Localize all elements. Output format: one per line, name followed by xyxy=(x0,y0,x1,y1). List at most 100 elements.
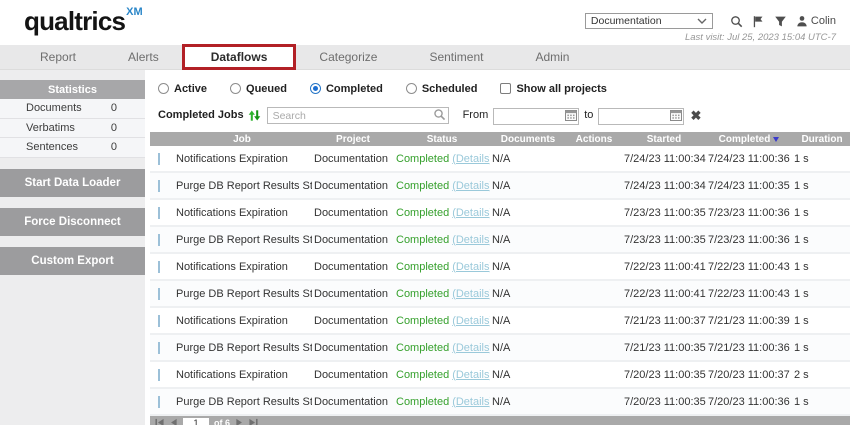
next-page-icon[interactable] xyxy=(235,418,244,425)
statistic-value: 0 xyxy=(111,141,117,153)
started-timestamp: 7/20/23 11:00:35 PM xyxy=(622,369,706,381)
tab-admin[interactable]: Admin xyxy=(509,45,595,69)
row-checkbox[interactable] xyxy=(158,288,160,300)
radio-completed[interactable]: Completed xyxy=(310,83,383,95)
column-header-status[interactable]: Status xyxy=(394,134,490,145)
column-header-documents[interactable]: Documents xyxy=(490,134,566,145)
custom-export-button[interactable]: Custom Export xyxy=(0,247,145,275)
documents-value: N/A xyxy=(490,180,566,192)
job-name: Purge DB Report Results Store xyxy=(172,234,312,246)
column-header-started[interactable]: Started xyxy=(622,134,706,145)
search-submit-icon[interactable] xyxy=(433,108,446,126)
details-link[interactable]: (Details) xyxy=(452,369,490,381)
calendar-icon[interactable] xyxy=(565,108,577,126)
job-name: Notifications Expiration xyxy=(172,153,312,165)
search-icon[interactable] xyxy=(730,15,743,28)
status-text: Completed xyxy=(396,288,449,300)
radio-icon xyxy=(310,83,321,94)
first-page-icon[interactable] xyxy=(155,418,164,425)
prev-page-icon[interactable] xyxy=(169,418,178,425)
documents-value: N/A xyxy=(490,207,566,219)
refresh-icon[interactable] xyxy=(248,109,261,122)
column-header-project[interactable]: Project xyxy=(312,134,394,145)
column-header-job[interactable]: Job xyxy=(172,134,312,145)
flag-icon[interactable] xyxy=(752,15,765,28)
documents-value: N/A xyxy=(490,261,566,273)
documents-value: N/A xyxy=(490,153,566,165)
completed-timestamp: 7/20/23 11:00:37 PM xyxy=(706,369,792,381)
details-link[interactable]: (Details) xyxy=(452,288,490,300)
search-input[interactable] xyxy=(267,107,449,124)
details-link[interactable]: (Details) xyxy=(452,315,490,327)
started-timestamp: 7/23/23 11:00:35 PM xyxy=(622,234,706,246)
project-selector[interactable]: Documentation xyxy=(585,13,713,29)
started-timestamp: 7/20/23 11:00:35 PM xyxy=(622,396,706,408)
row-checkbox[interactable] xyxy=(158,207,160,219)
details-link[interactable]: (Details) xyxy=(452,207,490,219)
status-cell: Completed(Details) xyxy=(394,207,490,219)
details-link[interactable]: (Details) xyxy=(452,261,490,273)
user-menu[interactable]: Colin xyxy=(796,15,836,27)
table-header-row: Job Project Status Documents Act xyxy=(150,132,850,146)
column-header-actions[interactable]: Actions xyxy=(566,134,622,145)
status-text: Completed xyxy=(396,396,449,408)
app-window: qualtrics XM Documentation xyxy=(0,0,850,425)
completed-timestamp: 7/21/23 11:00:36 PM xyxy=(706,342,792,354)
radio-active[interactable]: Active xyxy=(158,83,207,95)
tab-sentiment[interactable]: Sentiment xyxy=(403,45,509,69)
force-disconnect-button[interactable]: Force Disconnect xyxy=(0,208,145,236)
status-cell: Completed(Details) xyxy=(394,153,490,165)
jobs-toolbar: Completed Jobs From to xyxy=(158,106,850,124)
filter-icon[interactable] xyxy=(774,15,787,28)
tab-dataflows[interactable]: Dataflows xyxy=(185,45,294,69)
details-link[interactable]: (Details) xyxy=(452,153,490,165)
row-checkbox[interactable] xyxy=(158,261,160,273)
page-number-input[interactable] xyxy=(183,418,209,425)
duration-value: 1 s xyxy=(792,153,850,165)
radio-queued[interactable]: Queued xyxy=(230,83,287,95)
row-checkbox[interactable] xyxy=(158,153,160,165)
details-link[interactable]: (Details) xyxy=(452,180,490,192)
top-header: qualtrics XM Documentation xyxy=(0,0,850,45)
project-name: Documentation xyxy=(312,342,394,354)
status-text: Completed xyxy=(396,342,449,354)
job-name: Purge DB Report Results Store xyxy=(172,396,312,408)
row-checkbox[interactable] xyxy=(158,315,160,327)
project-name: Documentation xyxy=(312,261,394,273)
duration-value: 1 s xyxy=(792,261,850,273)
row-checkbox[interactable] xyxy=(158,369,160,381)
row-checkbox[interactable] xyxy=(158,234,160,246)
documents-value: N/A xyxy=(490,288,566,300)
column-header-completed[interactable]: Completed xyxy=(706,134,792,145)
calendar-icon[interactable] xyxy=(670,108,682,126)
table-row: Purge DB Report Results Store Documentat… xyxy=(150,281,850,308)
job-filters: Active Queued Completed Scheduled Show a… xyxy=(158,81,850,96)
start-data-loader-button[interactable]: Start Data Loader xyxy=(0,169,145,197)
tab-categorize[interactable]: Categorize xyxy=(293,45,403,69)
job-name: Purge DB Report Results Store xyxy=(172,288,312,300)
row-checkbox[interactable] xyxy=(158,180,160,192)
table-row: Purge DB Report Results Store Documentat… xyxy=(150,389,850,416)
radio-scheduled[interactable]: Scheduled xyxy=(406,83,478,95)
main-tabbar: ReportAlertsDataflowsCategorizeSentiment… xyxy=(0,45,850,70)
details-link[interactable]: (Details) xyxy=(452,342,490,354)
tab-alerts[interactable]: Alerts xyxy=(102,45,185,69)
tab-report[interactable]: Report xyxy=(14,45,102,69)
row-checkbox[interactable] xyxy=(158,396,160,408)
show-all-projects-label: Show all projects xyxy=(516,83,606,95)
row-checkbox[interactable] xyxy=(158,342,160,354)
column-header-duration[interactable]: Duration xyxy=(792,134,850,145)
clear-dates-icon[interactable]: ✖ xyxy=(690,109,701,122)
header-right: Documentation Colin xyxy=(585,0,836,45)
project-name: Documentation xyxy=(312,369,394,381)
main-panel: Active Queued Completed Scheduled Show a… xyxy=(145,70,850,425)
pagination-bar: of 6 xyxy=(150,416,850,425)
project-name: Documentation xyxy=(312,315,394,327)
details-link[interactable]: (Details) xyxy=(452,396,490,408)
project-name: Documentation xyxy=(312,153,394,165)
details-link[interactable]: (Details) xyxy=(452,234,490,246)
last-page-icon[interactable] xyxy=(249,418,258,425)
show-all-projects-checkbox[interactable]: Show all projects xyxy=(500,83,606,95)
status-text: Completed xyxy=(396,180,449,192)
table-row: Notifications Expiration Documentation C… xyxy=(150,308,850,335)
